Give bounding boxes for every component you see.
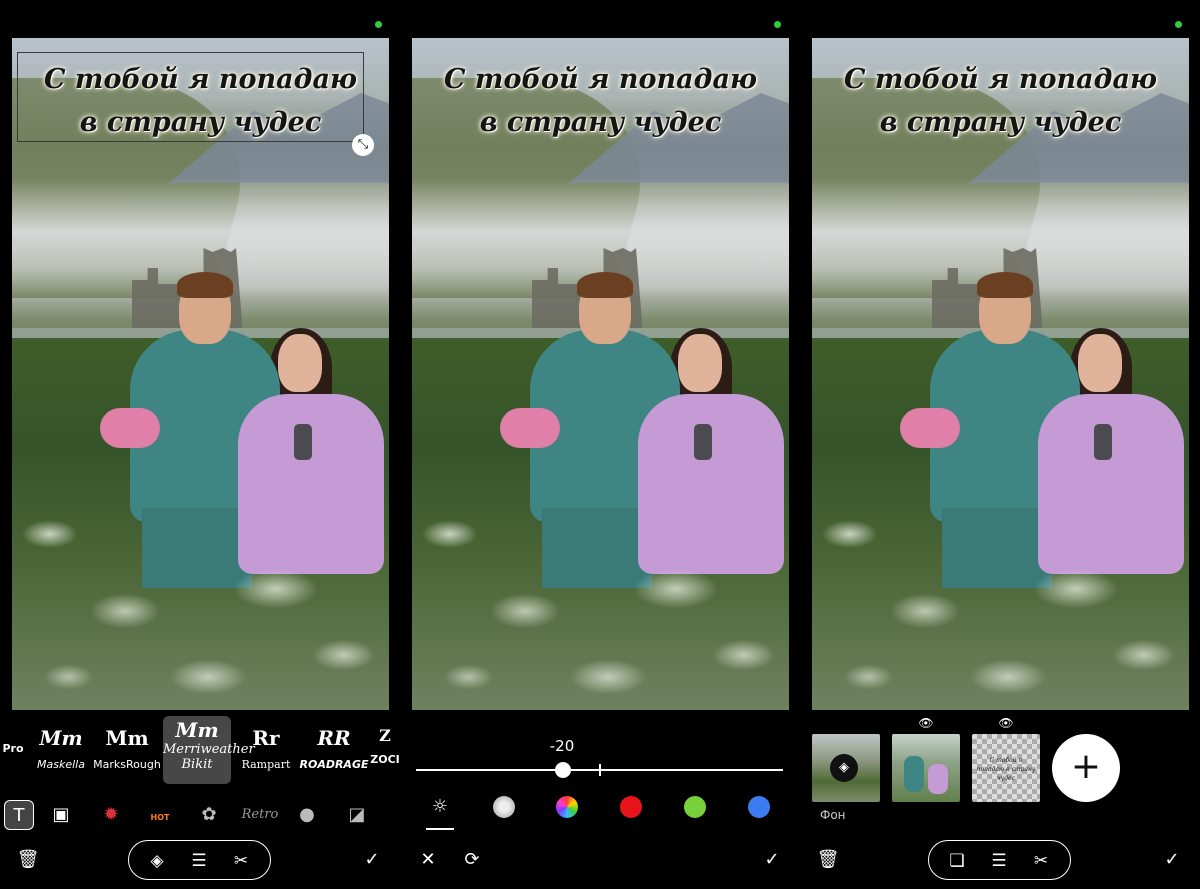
photo-canvas[interactable]: С тобой я попадаю в страну чудес	[812, 38, 1189, 710]
font-item-merriweather-selected[interactable]: Mm Merriweather Bikit	[163, 716, 255, 784]
delete-icon[interactable]: 🗑	[16, 848, 40, 872]
adjust-slider-thumb[interactable]	[554, 762, 571, 778]
bottom-toolbar: 🗑 ◈ ☰ ✂ ✓	[0, 838, 400, 882]
layer-thumb-text[interactable]: С тобой я попадаю в страну чудес	[972, 734, 1040, 802]
layer-thumb-background[interactable]: ◈	[812, 734, 880, 802]
texture-icon[interactable]	[493, 796, 515, 818]
yoga-mat	[100, 408, 160, 448]
selected-adjustment-indicator	[426, 828, 454, 830]
tool-pill: ❏ ☰ ✂	[928, 840, 1071, 880]
editor-panel-text: С тобой я попадаю в страну чудес ⤡ Pro M…	[0, 0, 400, 889]
bottom-toolbar: 🗑 ❏ ☰ ✂ ✓	[800, 838, 1200, 882]
resize-handle-icon[interactable]: ⤡	[352, 134, 374, 156]
bottom-toolbar: ✕ ⟳ ✓	[400, 838, 800, 882]
font-item-zoci[interactable]: Z ZOCI	[370, 716, 400, 784]
cancel-icon[interactable]: ✕	[416, 848, 440, 872]
palette-icon[interactable]	[556, 796, 578, 818]
badge-icon[interactable]: ✹	[96, 800, 126, 830]
editor-panel-layers: С тобой я попадаю в страну чудес ◈ 👁 👁 С…	[800, 0, 1200, 889]
editor-panel-adjust: С тобой я попадаю в страну чудес -20 ☼ ✕…	[400, 0, 800, 889]
font-item-rampart[interactable]: Rr Rampart	[236, 716, 296, 784]
image-icon[interactable]: ▣	[46, 800, 76, 830]
green-color[interactable]	[684, 796, 706, 818]
adjust-icon[interactable]: ☰	[987, 849, 1011, 873]
delete-icon[interactable]: 🗑	[816, 848, 840, 872]
reset-icon[interactable]: ⟳	[460, 848, 484, 872]
red-color[interactable]	[620, 796, 642, 818]
eye-icon[interactable]: 👁	[997, 716, 1015, 730]
status-dot	[375, 21, 382, 28]
status-dot	[1175, 21, 1182, 28]
brightness-icon[interactable]: ☼	[429, 796, 451, 818]
layer-thumb-people[interactable]	[892, 734, 960, 802]
caption-text[interactable]: С тобой я попадаю в страну чудес	[812, 58, 1189, 144]
layers-strip: ◈ 👁 👁 С тобой я попадаю в страну чудес +…	[800, 716, 1200, 826]
font-item-roadrage[interactable]: RR ROADRAGE	[298, 716, 370, 784]
font-item-pro[interactable]: Pro	[0, 716, 26, 784]
retro-icon[interactable]: Retro	[238, 800, 282, 830]
eye-icon[interactable]: 👁	[917, 716, 935, 730]
square-icon[interactable]: ❏	[945, 849, 969, 873]
confirm-icon[interactable]: ✓	[760, 848, 784, 872]
yoga-mat	[500, 408, 560, 448]
font-item-maskella[interactable]: Mm Maskella	[30, 716, 92, 784]
fill-icon[interactable]: ◈	[145, 849, 169, 873]
add-layer-button[interactable]: +	[1052, 734, 1120, 802]
flower-icon[interactable]: ✿	[194, 800, 224, 830]
hot-icon[interactable]: HOT	[145, 800, 175, 830]
background-label: Фон	[820, 808, 846, 822]
slider-value: -20	[549, 737, 575, 755]
fill-icon[interactable]: ◈	[830, 754, 858, 782]
caption-text[interactable]: С тобой я попадаю в страну чудес	[412, 58, 789, 144]
text-icon[interactable]: T	[4, 800, 34, 830]
text-selection-box[interactable]	[17, 52, 364, 142]
cut-icon[interactable]: ✂	[1029, 849, 1053, 873]
slider-center-mark	[599, 764, 601, 776]
status-dot	[774, 21, 781, 28]
blue-color[interactable]	[748, 796, 770, 818]
font-item-marksrough[interactable]: Mm MarksRough	[92, 716, 162, 784]
font-picker: Pro Mm Maskella Mm MarksRough Mm Merriwe…	[0, 716, 400, 784]
photo-canvas[interactable]: С тобой я попадаю в страну чудес ⤡	[12, 38, 389, 710]
yoga-mat	[900, 408, 960, 448]
sticker-icon[interactable]: ◪	[342, 800, 372, 830]
cut-icon[interactable]: ✂	[229, 849, 253, 873]
tool-pill: ◈ ☰ ✂	[128, 840, 271, 880]
category-toolbar: T ▣ ✹ HOT ✿ Retro ● ◪	[0, 796, 400, 834]
person-icon[interactable]: ●	[292, 800, 322, 830]
photo-canvas[interactable]: С тобой я попадаю в страну чудес	[412, 38, 789, 710]
adjust-icon[interactable]: ☰	[187, 849, 211, 873]
confirm-icon[interactable]: ✓	[360, 848, 384, 872]
confirm-icon[interactable]: ✓	[1160, 848, 1184, 872]
